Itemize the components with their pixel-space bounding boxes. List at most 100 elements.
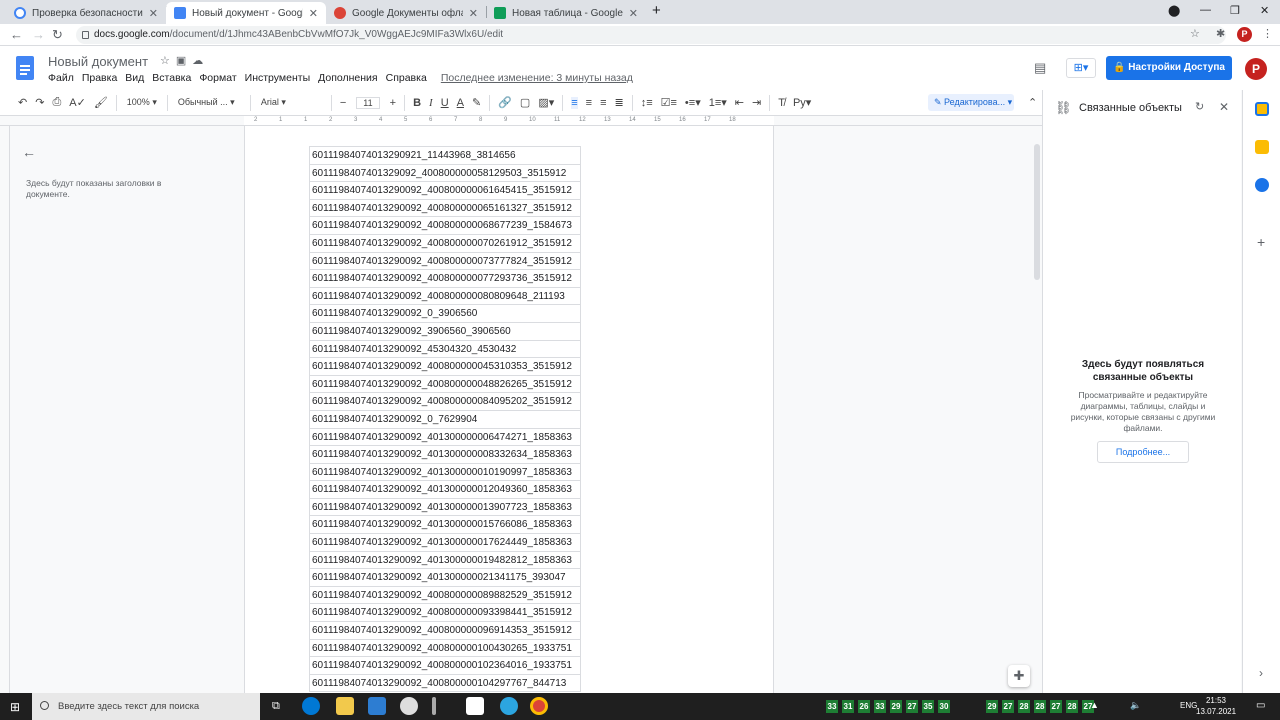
calendar-icon[interactable] [1255, 102, 1269, 116]
zoom-select[interactable]: 100% ▾ [127, 97, 157, 108]
input-tools-icon[interactable]: Py▾ [793, 96, 811, 109]
insert-image-icon[interactable]: ▨▾ [538, 96, 554, 109]
decrease-indent-icon[interactable]: ⇤ [735, 96, 744, 109]
table-cell[interactable]: 60111984074013290092_400800000084095202_… [310, 393, 580, 411]
font-size-input[interactable]: 11 [356, 96, 380, 109]
share-button[interactable]: 🔒 Настройки Доступа [1106, 56, 1232, 80]
extensions-icon[interactable]: ✱ [1216, 27, 1225, 40]
refresh-icon[interactable]: ↻ [1195, 100, 1204, 113]
network-icon[interactable]: ▲ [1090, 700, 1099, 710]
font-select[interactable]: Arial ▾ [261, 97, 321, 108]
table-cell[interactable]: 60111984074013290092_401300000019482812_… [310, 552, 580, 570]
menu-format[interactable]: Формат [199, 72, 236, 84]
table-cell[interactable]: 60111984074013290092_400800000068677239_… [310, 217, 580, 235]
undo-icon[interactable]: ↶ [18, 96, 27, 109]
collapse-toolbar-icon[interactable]: ⌃ [1028, 96, 1037, 109]
table-cell[interactable]: 60111984074013290092_400800000077293736_… [310, 270, 580, 288]
account-avatar[interactable]: P [1245, 58, 1267, 80]
close-tab-icon[interactable]: ✕ [629, 7, 638, 20]
new-tab-button[interactable]: + [652, 2, 661, 19]
close-tab-icon[interactable]: ✕ [309, 7, 318, 20]
table-cell[interactable]: 60111984074013290092_400800000080809648_… [310, 288, 580, 306]
line-spacing-icon[interactable]: ↕≡ [641, 97, 653, 109]
task-view-icon[interactable]: ⧉ [272, 700, 280, 713]
table-cell[interactable]: 60111984074013290092_400800000096914353_… [310, 622, 580, 640]
table-cell[interactable]: 60111984074013290092_401300000015766086_… [310, 516, 580, 535]
menu-edit[interactable]: Правка [82, 72, 117, 84]
taskbar-search-box[interactable]: Введите здесь текст для поиска [32, 693, 260, 720]
table-cell[interactable]: 60111984074013290092_400800000061645415_… [310, 182, 580, 200]
table-cell[interactable]: 60111984074013290092_400800000089882529_… [310, 587, 580, 605]
table-cell[interactable]: 60111984074013290092_401300000017624449_… [310, 534, 580, 552]
back-icon[interactable]: ← [10, 27, 23, 42]
bold-icon[interactable]: B [413, 97, 421, 109]
table-cell[interactable]: 60111984074013290092_400800000048826265_… [310, 376, 580, 394]
align-left-icon[interactable]: ≡ [571, 96, 578, 109]
close-panel-icon[interactable]: ✕ [1219, 100, 1229, 114]
insert-comment-icon[interactable]: ▢ [520, 96, 530, 109]
highlight-icon[interactable]: ✎ [472, 96, 481, 109]
italic-icon[interactable]: I [429, 97, 433, 109]
table-cell[interactable]: 601119840740132909​2_400800000058129503_… [310, 165, 580, 183]
menu-file[interactable]: Файл [48, 72, 74, 84]
comments-icon[interactable]: ▤ [1034, 60, 1046, 76]
checklist-icon[interactable]: ☑≡ [661, 96, 677, 109]
redo-icon[interactable]: ↷ [35, 96, 44, 109]
explore-button[interactable]: ✚ [1008, 665, 1030, 687]
edge-icon[interactable] [302, 697, 320, 715]
close-tab-icon[interactable]: ✕ [149, 7, 158, 20]
table-cell[interactable]: 60111984074013290092_0_3906560 [310, 305, 580, 323]
tab-new-document[interactable]: Новый документ - Google Докум ✕ [166, 2, 326, 24]
text-color-icon[interactable]: A [457, 97, 464, 109]
learn-more-button[interactable]: Подробнее... [1097, 441, 1189, 463]
minimize-icon[interactable]: — [1200, 4, 1211, 16]
document-scrollbar[interactable] [1034, 144, 1040, 280]
text-table[interactable]: 60111984074013290921_11443968_3814656 601… [309, 146, 581, 693]
clear-formatting-icon[interactable]: T̸ [778, 97, 785, 109]
meet-present-button[interactable]: ⊞▾ [1066, 58, 1096, 78]
language-indicator[interactable]: ENG [1180, 701, 1197, 710]
spellcheck-icon[interactable]: A✓ [69, 96, 86, 109]
increase-indent-icon[interactable]: ⇥ [752, 96, 761, 109]
tp-app-icon[interactable] [466, 697, 484, 715]
reload-icon[interactable]: ↻ [52, 27, 63, 43]
underline-icon[interactable]: U [441, 97, 449, 109]
document-page[interactable]: 60111984074013290921_11443968_3814656 601… [244, 126, 774, 693]
table-cell[interactable]: 60111984074013290921_11443968_3814656 [310, 147, 580, 165]
store-icon[interactable] [368, 697, 386, 715]
style-select[interactable]: Обычный ... ▾ [178, 97, 240, 108]
insert-link-icon[interactable]: 🔗 [498, 96, 512, 109]
table-cell[interactable]: 60111984074013290092_401300000021341175_… [310, 569, 580, 587]
menu-help[interactable]: Справка [386, 72, 427, 84]
table-cell[interactable]: 60111984074013290092_401300000012049360_… [310, 481, 580, 499]
chrome-icon[interactable] [530, 697, 548, 715]
restore-icon[interactable]: ❐ [1230, 4, 1240, 17]
star-icon[interactable]: ☆ [160, 55, 176, 67]
align-center-icon[interactable]: ≡ [586, 97, 592, 109]
table-cell[interactable]: 60111984074013290092_400800000073777824_… [310, 253, 580, 271]
tab-search-icon[interactable]: ⬤ [1168, 4, 1180, 17]
table-cell[interactable]: 60111984074013290092_401300000010190997_… [310, 464, 580, 482]
increase-font-size-icon[interactable]: + [390, 97, 396, 109]
docs-logo-icon[interactable] [16, 56, 34, 80]
keep-icon[interactable] [1255, 140, 1269, 154]
notifications-icon[interactable]: ▭ [1256, 700, 1265, 711]
menu-view[interactable]: Вид [125, 72, 144, 84]
table-cell[interactable]: 60111984074013290092_3906560_3906560 [310, 323, 580, 341]
file-explorer-icon[interactable] [336, 697, 354, 715]
editing-mode-select[interactable]: ✎ Редактирова... ▾ [928, 94, 1014, 111]
url-field[interactable]: docs.google.com/document/d/1Jhmc43ABenbC… [76, 26, 1226, 44]
taskbar-clock[interactable]: 21:53 13.07.2021 [1196, 695, 1236, 717]
close-tab-icon[interactable]: ✕ [469, 7, 478, 20]
close-window-icon[interactable]: ✕ [1260, 4, 1269, 17]
vertical-ruler[interactable] [0, 126, 10, 693]
close-outline-icon[interactable]: ← [22, 144, 36, 160]
decrease-font-size-icon[interactable]: − [340, 97, 346, 109]
tasks-icon[interactable] [1255, 178, 1269, 192]
clock-app-icon[interactable] [400, 697, 418, 715]
table-cell[interactable]: 60111984074013290092_400800000102364016_… [310, 657, 580, 675]
move-folder-icon[interactable]: ▣ [176, 55, 192, 67]
tab-docs-offline[interactable]: Google Документы офлайн - Ин ✕ [326, 2, 486, 24]
windows-start-icon[interactable]: ⊞ [10, 700, 20, 714]
table-cell[interactable]: 60111984074013290092_401300000006474271_… [310, 429, 580, 447]
